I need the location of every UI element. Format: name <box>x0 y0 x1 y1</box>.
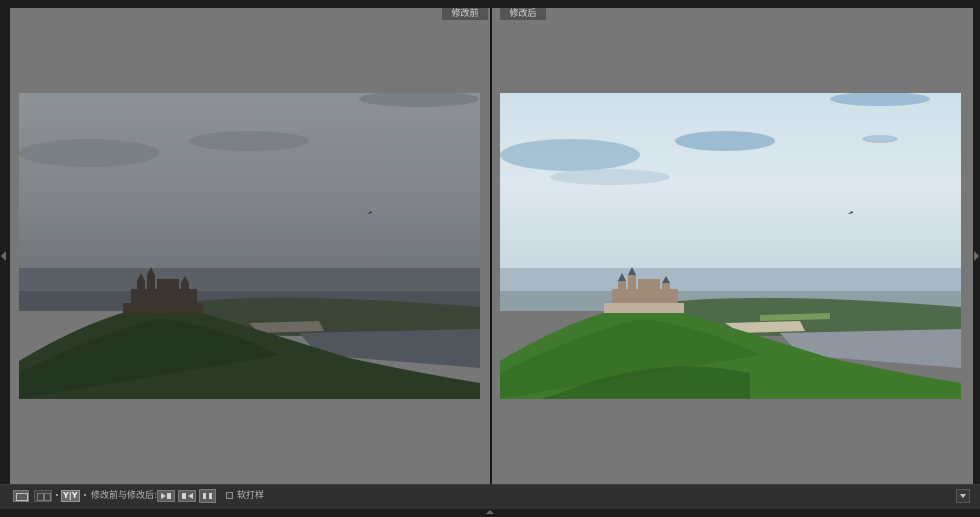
copy-before-to-after-icon[interactable] <box>157 490 175 502</box>
soft-proof-checkbox[interactable] <box>226 492 233 499</box>
before-after-view-icon[interactable]: Y|Y <box>61 490 80 502</box>
before-label: 修改前 <box>442 8 488 20</box>
separator-dot <box>84 494 86 496</box>
after-pane: 修改后 <box>492 8 973 484</box>
before-pane: 修改前 <box>10 8 490 484</box>
grid-view-icon[interactable] <box>34 490 52 502</box>
before-photo[interactable] <box>19 93 480 399</box>
before-after-view-label: Y|Y <box>63 491 78 500</box>
swap-before-after-icon[interactable] <box>199 489 216 503</box>
mode-label: 修改前与修改后: <box>91 491 158 501</box>
after-label: 修改后 <box>500 8 546 20</box>
single-view-icon[interactable] <box>13 490 29 502</box>
right-panel-toggle-icon[interactable] <box>974 251 979 261</box>
filmstrip-toggle-icon[interactable] <box>486 510 494 514</box>
bottom-toolbar: Y|Y 修改前与修改后: 软打样 <box>0 484 980 509</box>
soft-proof-label: 软打样 <box>237 491 265 501</box>
separator-dot <box>56 494 58 496</box>
after-photo[interactable] <box>500 93 961 399</box>
compare-view: 修改前 修改后 Y|Y 修改前与修改后: 软打样 <box>0 0 980 517</box>
copy-after-to-before-icon[interactable] <box>178 490 196 502</box>
bottom-panel-bar <box>0 509 980 517</box>
left-panel-toggle-icon[interactable] <box>1 251 6 261</box>
before-image <box>19 93 480 399</box>
toolbar-menu-chevron-icon[interactable] <box>956 489 970 503</box>
after-image <box>500 93 961 399</box>
